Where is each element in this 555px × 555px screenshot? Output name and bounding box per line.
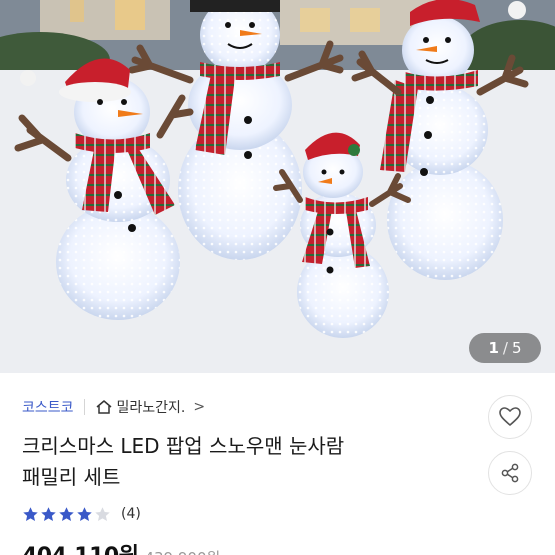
star-filled-icon bbox=[23, 506, 38, 521]
product-page: 1 / 5 코스트코 밀라노간지. > 크리스마스 LED 팝업 스노우맨 눈사… bbox=[0, 0, 555, 555]
review-count: (4) bbox=[121, 506, 141, 522]
star-filled-icon bbox=[41, 506, 56, 521]
product-title-line2: 패밀리 세트 bbox=[22, 465, 121, 489]
image-counter-total: 5 bbox=[511, 339, 522, 357]
product-photo bbox=[0, 0, 555, 373]
image-counter-current: 1 bbox=[488, 339, 499, 357]
star-filled-icon bbox=[77, 506, 92, 521]
shop-name: 밀라노간지. bbox=[116, 400, 186, 416]
product-title-line1: 크리스마스 LED 팝업 스노우맨 눈사람 bbox=[22, 434, 345, 458]
share-icon bbox=[501, 463, 519, 483]
product-title: 크리스마스 LED 팝업 스노우맨 눈사람 패밀리 세트 bbox=[22, 431, 462, 493]
star-filled-icon bbox=[59, 506, 74, 521]
star-empty-icon bbox=[95, 506, 110, 521]
original-price: 439,900원 bbox=[144, 547, 220, 555]
home-icon bbox=[96, 400, 112, 414]
product-info: 코스트코 밀라노간지. > 크리스마스 LED 팝업 스노우맨 눈사람 패밀리 … bbox=[0, 373, 555, 555]
like-button[interactable] bbox=[488, 395, 532, 439]
seller-row: 코스트코 밀라노간지. > bbox=[22, 397, 205, 417]
image-counter-separator: / bbox=[502, 339, 508, 357]
price-row: 404,110원 439,900원 bbox=[22, 538, 220, 555]
chevron-right-icon: > bbox=[193, 399, 206, 415]
share-button[interactable] bbox=[488, 451, 532, 495]
seller-link[interactable]: 코스트코 bbox=[22, 397, 74, 417]
rating[interactable]: (4) bbox=[22, 503, 141, 525]
seller-divider bbox=[83, 399, 85, 415]
image-counter: 1 / 5 bbox=[469, 333, 541, 363]
shop-link[interactable]: 밀라노간지. > bbox=[95, 397, 206, 417]
sale-price: 404,110원 bbox=[22, 538, 139, 555]
rating-stars bbox=[22, 506, 111, 523]
product-image-carousel[interactable]: 1 / 5 bbox=[0, 0, 555, 373]
heart-icon bbox=[499, 407, 521, 426]
